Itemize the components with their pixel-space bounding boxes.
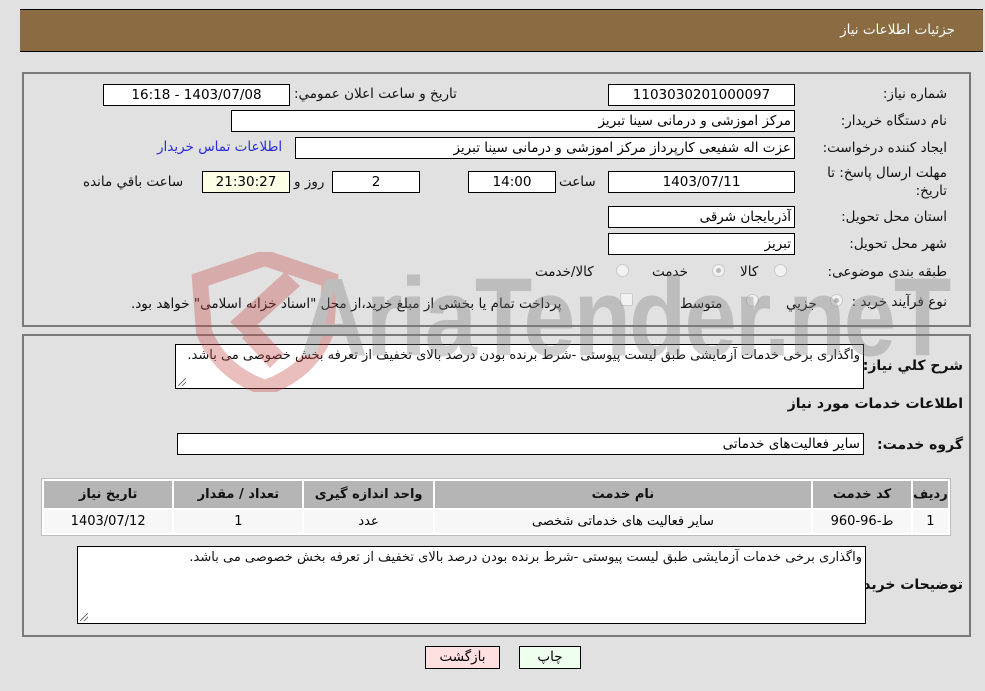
need-info-panel: شماره نیاز: 1103030201000097 تاریخ و ساع… bbox=[22, 72, 971, 327]
buyer-contact-link[interactable]: اطلاعات تماس خریدار bbox=[157, 139, 282, 155]
description-text: واگذاری برخی خدمات آزمایشی طبق لیست پیوس… bbox=[187, 348, 860, 363]
services-table: ردیف کد خدمت نام خدمت واحد اندازه گیری ت… bbox=[41, 478, 951, 536]
category-option-goods: کالا bbox=[740, 264, 759, 280]
description-textarea[interactable]: واگذاری برخی خدمات آزمایشی طبق لیست پیوس… bbox=[175, 344, 864, 389]
col-header-name: نام خدمت bbox=[434, 481, 812, 508]
description-label: شرح كلي نیاز: bbox=[862, 358, 963, 374]
purchase-option-medium: متوسط bbox=[680, 296, 723, 312]
deadline-date-field: 1403/07/11 bbox=[608, 171, 795, 193]
table-row: 1 ط-96-960 سایر فعالیت های خدماتی شخصی ع… bbox=[44, 510, 948, 533]
buyer-org-field: مرکز اموزشی و درمانی سینا تبریز bbox=[231, 110, 795, 132]
category-option-goods-service: کالا/خدمت bbox=[535, 264, 594, 280]
purchase-radio-minor[interactable] bbox=[830, 294, 843, 307]
cell-service-name: سایر فعالیت های خدماتی شخصی bbox=[434, 510, 812, 533]
treasury-bonds-checkbox[interactable] bbox=[620, 293, 633, 306]
col-header-unit: واحد اندازه گیری bbox=[304, 481, 433, 508]
announce-datetime-field: 1403/07/08 - 16:18 bbox=[103, 84, 290, 106]
announce-datetime-label: تاریخ و ساعت اعلان عمومي: bbox=[294, 86, 457, 102]
need-number-field: 1103030201000097 bbox=[608, 84, 795, 106]
category-radio-goods-service[interactable] bbox=[616, 264, 629, 277]
col-header-row: ردیف bbox=[912, 481, 948, 508]
purchase-radio-medium[interactable] bbox=[746, 294, 759, 307]
cell-quantity: 1 bbox=[174, 510, 303, 533]
col-header-date: تاریخ نیاز bbox=[44, 481, 173, 508]
col-header-quantity: تعداد / مقدار bbox=[174, 481, 303, 508]
city-label: شهر محل تحویل: bbox=[849, 236, 947, 252]
deadline-time-label: ساعت bbox=[559, 174, 596, 190]
days-label: روز و bbox=[294, 174, 325, 190]
purchase-type-label: نوع فرآیند خرید : bbox=[851, 294, 947, 310]
treasury-bonds-label: پرداخت تمام یا بخشی از مبلغ خرید،از محل … bbox=[131, 296, 562, 312]
resize-grip-icon[interactable] bbox=[80, 613, 88, 621]
need-details-panel: شرح كلي نیاز: واگذاری برخی خدمات آزمایشی… bbox=[22, 334, 971, 637]
time-remaining-field: 21:30:27 bbox=[202, 171, 290, 193]
resize-grip-icon[interactable] bbox=[178, 378, 186, 386]
cell-unit: عدد bbox=[304, 510, 433, 533]
days-remaining-field: 2 bbox=[332, 171, 420, 193]
time-remaining-label: ساعت باقي مانده bbox=[83, 174, 184, 190]
requester-field: عزت اله شفیعی کارپرداز مرکز اموزشی و درم… bbox=[295, 137, 795, 159]
print-button[interactable]: چاپ bbox=[519, 646, 581, 669]
category-label: طبقه بندی موضوعی: bbox=[827, 264, 947, 280]
need-number-label: شماره نیاز: bbox=[882, 86, 947, 102]
cell-need-date: 1403/07/12 bbox=[44, 510, 173, 533]
deadline-label: مهلت ارسال پاسخ: تا تاریخ: bbox=[827, 165, 947, 199]
purchase-option-minor: جزيي bbox=[786, 296, 817, 312]
back-button[interactable]: بازگشت bbox=[425, 646, 500, 669]
buyer-org-label: نام دستگاه خریدار: bbox=[840, 113, 947, 129]
table-header-row: ردیف کد خدمت نام خدمت واحد اندازه گیری ت… bbox=[44, 481, 948, 508]
col-header-code: کد خدمت bbox=[813, 481, 911, 508]
cell-row-number: 1 bbox=[912, 510, 948, 533]
city-field: تبریز bbox=[608, 233, 795, 255]
page-title: جزئیات اطلاعات نیاز bbox=[840, 22, 955, 38]
buyer-notes-textarea[interactable]: واگذاری برخی خدمات آزمایشی طبق لیست پیوس… bbox=[77, 546, 866, 624]
cell-service-code: ط-96-960 bbox=[813, 510, 911, 533]
services-heading: اطلاعات خدمات مورد نیاز bbox=[787, 396, 963, 412]
service-group-field: سایر فعالیت‌های خدماتی bbox=[177, 433, 864, 455]
province-label: استان محل تحویل: bbox=[841, 209, 947, 225]
category-radio-service[interactable] bbox=[712, 264, 725, 277]
category-radio-goods[interactable] bbox=[774, 264, 787, 277]
buyer-notes-text: واگذاری برخی خدمات آزمایشی طبق لیست پیوس… bbox=[189, 550, 862, 565]
page-header: جزئیات اطلاعات نیاز bbox=[20, 9, 983, 52]
requester-label: ایجاد کننده درخواست: bbox=[822, 140, 947, 156]
service-group-label: گروه خدمت: bbox=[877, 437, 963, 453]
category-option-service: خدمت bbox=[652, 264, 688, 280]
province-field: آذربایجان شرقی bbox=[608, 206, 795, 228]
deadline-time-field: 14:00 bbox=[468, 171, 556, 193]
